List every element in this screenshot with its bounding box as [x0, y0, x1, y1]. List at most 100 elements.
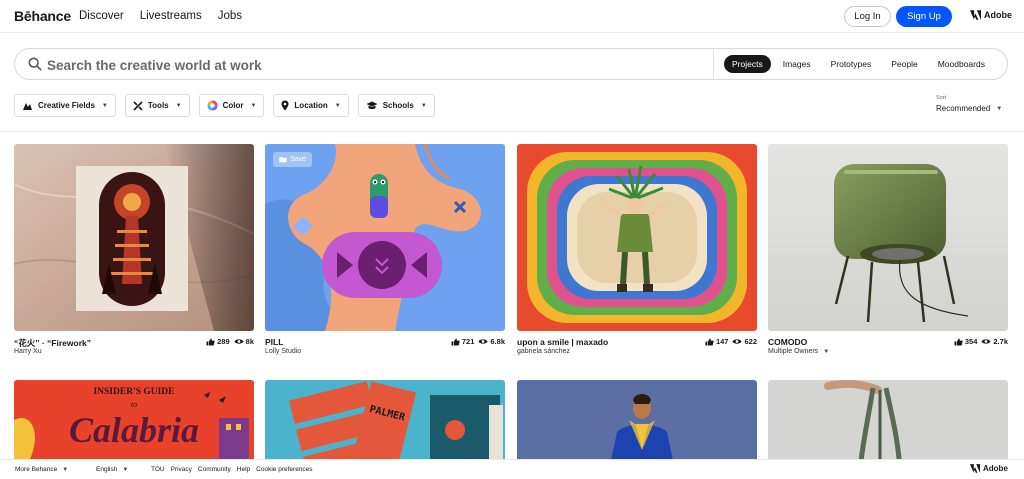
project-owner[interactable]: Harry Xu: [14, 348, 42, 355]
more-behance-label: More Behance: [15, 466, 58, 473]
language-dropdown[interactable]: English ▼: [96, 466, 128, 473]
adobe-footer-label: Adobe: [983, 464, 1008, 473]
graduation-cap-icon: [366, 101, 378, 110]
color-wheel-icon: [207, 100, 218, 111]
search-input[interactable]: [47, 55, 647, 75]
footer-link-community[interactable]: Community: [198, 466, 231, 473]
top-navigation: Bēhance Discover Livestreams Jobs Log In…: [0, 0, 1024, 33]
nav-discover-link[interactable]: Discover: [79, 10, 124, 22]
views-count: 8k: [245, 337, 254, 346]
filter-label: Tools: [147, 101, 169, 110]
chevron-down-icon: ▼: [250, 102, 257, 109]
project-thumbnail[interactable]: [14, 144, 254, 331]
project-owner-row: Harry Xu: [14, 348, 42, 355]
footer-link-cookie-preferences[interactable]: Cookie preferences: [256, 466, 312, 473]
appreciations-count: 147: [715, 337, 729, 346]
project-owner: Multiple Owners: [768, 348, 819, 355]
thumbs-up-icon: [206, 337, 215, 346]
filter-tools[interactable]: Tools ▼: [124, 94, 190, 117]
eye-icon: [732, 339, 743, 344]
project-stats: 147 622: [705, 337, 757, 346]
project-title[interactable]: PILL: [265, 337, 283, 347]
search-bar: Projects Images Prototypes People Moodbo…: [14, 48, 1008, 80]
thumbs-up-icon: [705, 337, 714, 346]
nav-jobs-link[interactable]: Jobs: [218, 10, 242, 22]
views-stat: 6.8k: [478, 337, 505, 346]
project-thumbnail[interactable]: [768, 144, 1008, 331]
tab-people[interactable]: People: [883, 55, 925, 73]
thumbs-up-icon: [451, 337, 460, 346]
search-icon: [28, 57, 42, 71]
save-button[interactable]: Save: [273, 152, 312, 167]
project-owner-row: Lolly Studio: [265, 348, 301, 355]
adobe-label: Adobe: [984, 10, 1012, 20]
sort-dropdown[interactable]: Sort Recommended ▼: [936, 95, 1002, 113]
creative-fields-icon: [23, 102, 32, 110]
folder-icon: [279, 157, 287, 163]
appreciations-count: 289: [217, 337, 230, 346]
chevron-down-icon: ▼: [101, 102, 108, 109]
eye-icon: [234, 339, 244, 344]
save-label: Save: [290, 156, 306, 163]
footer-link-tou[interactable]: TOU: [151, 466, 165, 473]
firework-artwork-image: [14, 144, 254, 331]
views-stat: 622: [732, 337, 757, 346]
sort-value-row: Recommended ▼: [936, 104, 1002, 113]
chevron-down-icon: ▼: [122, 466, 129, 473]
filter-creative-fields[interactable]: Creative Fields ▼: [14, 94, 116, 117]
project-thumbnail[interactable]: [768, 380, 1008, 470]
eye-icon: [478, 339, 488, 344]
appreciations-stat: 721: [451, 337, 475, 346]
appreciations-stat: 147: [705, 337, 729, 346]
project-thumbnail[interactable]: Save: [265, 144, 505, 331]
adobe-footer-link[interactable]: Adobe: [970, 464, 1008, 473]
project-thumbnail[interactable]: [517, 144, 757, 331]
multiple-owners-dropdown[interactable]: Multiple Owners ▼: [768, 348, 829, 355]
chevron-down-icon: ▼: [823, 348, 830, 355]
adobe-logo-icon: [970, 464, 980, 473]
footer-link-help[interactable]: Help: [237, 466, 250, 473]
tab-projects[interactable]: Projects: [724, 55, 771, 73]
adobe-link[interactable]: Adobe: [970, 10, 1012, 20]
filter-location[interactable]: Location ▼: [273, 94, 349, 117]
tab-prototypes[interactable]: Prototypes: [823, 55, 880, 73]
project-title[interactable]: COMODO: [768, 337, 807, 347]
login-button[interactable]: Log In: [844, 6, 891, 27]
tools-icon: [133, 100, 143, 111]
tab-moodboards[interactable]: Moodboards: [930, 55, 993, 73]
project-owner[interactable]: gabriela sánchez: [517, 348, 570, 355]
chevron-down-icon: ▼: [175, 102, 182, 109]
project-title[interactable]: upon a smile | maxado: [517, 337, 608, 347]
project-stats: 354 2.7k: [954, 337, 1008, 346]
views-count: 6.8k: [490, 337, 505, 346]
filter-label: Color: [222, 101, 244, 110]
comodo-product-image: [768, 144, 1008, 331]
more-behance-dropdown[interactable]: More Behance ▼: [15, 466, 68, 473]
adobe-logo-icon: [970, 10, 981, 20]
language-label: English: [96, 466, 118, 473]
nav-livestreams-link[interactable]: Livestreams: [140, 10, 202, 22]
chevron-down-icon: ▼: [996, 105, 1003, 112]
appreciations-count: 721: [461, 337, 475, 346]
signup-button[interactable]: Sign Up: [896, 6, 952, 27]
project-stats: 289 8k: [206, 337, 254, 346]
appreciations-stat: 289: [206, 337, 230, 346]
filter-label: Schools: [382, 101, 414, 110]
project-thumbnail[interactable]: INSIDER'S GUIDE to Calabria: [14, 380, 254, 470]
chevron-down-icon: ▼: [62, 466, 69, 473]
calabria-heading: INSIDER'S GUIDE: [93, 387, 174, 397]
filter-schools[interactable]: Schools ▼: [357, 94, 435, 117]
footer-link-privacy[interactable]: Privacy: [171, 466, 192, 473]
search-divider: [713, 49, 714, 79]
tab-images[interactable]: Images: [775, 55, 819, 73]
thumbs-up-icon: [954, 337, 963, 346]
project-thumbnail[interactable]: [517, 380, 757, 470]
project-owner[interactable]: Lolly Studio: [265, 348, 301, 355]
project-owner-row: gabriela sánchez: [517, 348, 570, 355]
filter-color[interactable]: Color ▼: [198, 94, 265, 117]
behance-logo[interactable]: Bēhance: [14, 8, 71, 24]
main-nav-links: Discover Livestreams Jobs: [79, 10, 242, 22]
project-thumbnail[interactable]: PALMER: [265, 380, 505, 470]
views-stat: 2.7k: [981, 337, 1008, 346]
palmer-branding-image: PALMER: [265, 380, 505, 470]
